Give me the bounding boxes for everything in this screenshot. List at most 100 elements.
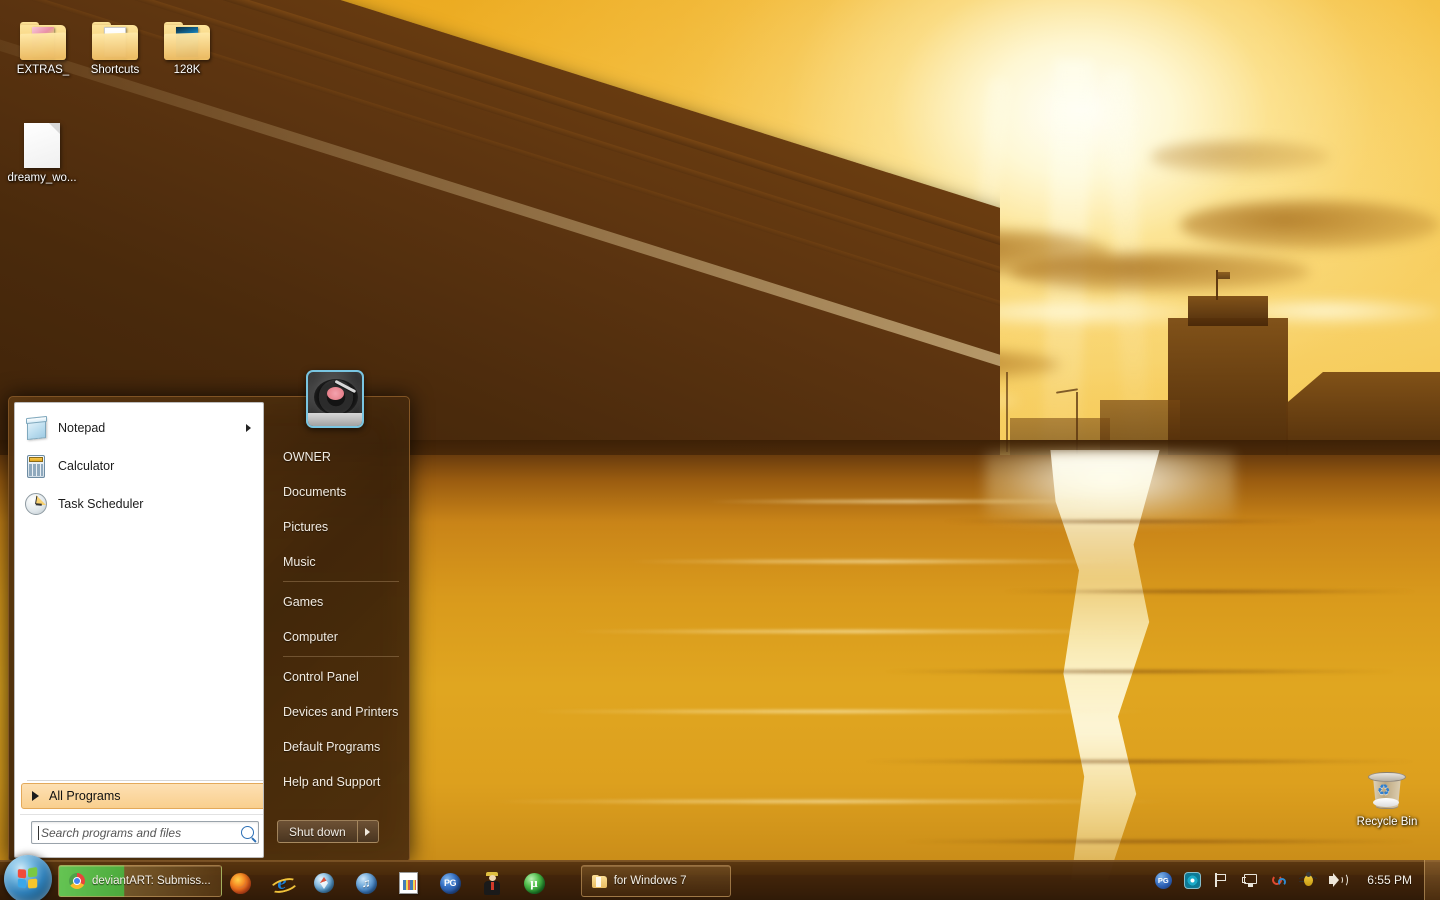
all-programs-button[interactable]: All Programs [21,783,263,809]
start-button[interactable] [4,855,52,900]
quicklaunch-document[interactable] [396,870,420,896]
wallpaper-ripple [700,500,1120,503]
wallpaper-ripple [480,800,1180,803]
start-menu-place-owner[interactable]: OWNER [271,439,407,474]
start-menu-places-panel: OWNER Documents Pictures Music Games Com… [271,439,407,799]
tray-pg[interactable]: PG [1154,871,1172,889]
quicklaunch-utorrent[interactable]: µ [522,870,546,896]
place-label: Devices and Printers [283,704,399,719]
chevron-right-icon [32,791,39,801]
shutdown-area: Shut down [277,820,379,843]
quicklaunch-globe[interactable] [312,870,336,896]
place-label: OWNER [283,449,331,464]
start-menu-place-computer[interactable]: Computer [271,619,407,654]
clock-icon [23,491,49,517]
system-tray: PG 6:55 PM [1154,863,1418,897]
desktop-icon-dreamy-wo[interactable]: dreamy_wo... [0,116,90,185]
turntable-base-icon [308,413,362,426]
place-label: Games [283,594,324,609]
tray-eye[interactable] [1183,871,1201,889]
folder-icon [591,874,607,888]
desktop-icon-label: dreamy_wo... [7,172,77,184]
windows-logo-icon [17,866,40,889]
flag-action-center-icon [1213,872,1229,888]
start-menu-item-task-scheduler[interactable]: Task Scheduler [15,485,263,523]
start-menu-item-notepad[interactable]: Notepad [15,409,263,447]
internet-explorer-icon: e [271,872,293,894]
show-desktop-button[interactable] [1424,860,1440,900]
start-menu-divider [283,656,399,657]
start-menu-place-help-and-support[interactable]: Help and Support [271,764,407,799]
place-label: Music [283,554,316,569]
folder-icon [144,8,230,60]
start-menu-place-control-panel[interactable]: Control Panel [271,659,407,694]
document-viewer-icon [398,872,418,894]
place-label: Help and Support [283,774,381,789]
wallpaper-ripple [520,710,1160,713]
wallpaper-building [1188,296,1268,326]
shutdown-button[interactable]: Shut down [277,820,358,843]
start-menu-place-default-programs[interactable]: Default Programs [271,729,407,764]
wallpaper-ripple [900,840,1420,843]
start-menu-item-label: Notepad [58,421,106,435]
text-caret [38,825,39,840]
start-menu-place-pictures[interactable]: Pictures [271,509,407,544]
search-input[interactable] [41,825,241,840]
itunes-icon [355,872,377,894]
document-icon [0,116,90,168]
person-icon [483,871,501,895]
start-menu: Notepad Calculator Task Scheduler All Pr… [8,396,410,862]
user-avatar[interactable] [306,370,364,428]
start-menu-programs-panel: Notepad Calculator Task Scheduler All Pr… [14,402,264,858]
wallpaper-cloud [1150,140,1330,174]
place-label: Control Panel [283,669,359,684]
tray-action-center[interactable] [1212,871,1230,889]
tray-sync[interactable] [1270,871,1288,889]
start-menu-place-music[interactable]: Music [271,544,407,579]
shutdown-options-button[interactable] [357,820,379,843]
quicklaunch-person[interactable] [480,870,504,896]
start-menu-item-label: Task Scheduler [58,497,144,511]
utorrent-icon: µ [523,872,545,894]
desktop-icon-label: 128K [173,64,201,76]
desktop-icon-recycle-bin[interactable]: ♻ Recycle Bin [1344,760,1430,829]
wallpaper-ripple [560,630,1160,633]
recycle-bin-icon: ♻ [1344,760,1430,812]
desktop: EXTRAS_ Shortcuts 128K dreamy_wo... ♻ Re… [0,0,1440,900]
taskbar: deviantART: Submiss... for Windows 7 e P… [0,855,1440,900]
start-menu-place-devices-and-printers[interactable]: Devices and Printers [271,694,407,729]
pg-circle-icon: PG [439,872,461,894]
record-label-icon [327,387,344,400]
quicklaunch-internet-explorer[interactable]: e [270,870,294,896]
network-icon [1241,873,1259,888]
wallpaper-ripple [1000,590,1420,593]
sync-icon [1271,872,1288,888]
taskbar-button-label: deviantART: Submiss... [92,875,211,887]
wallpaper-flag [1218,272,1230,279]
start-menu-item-calculator[interactable]: Calculator [15,447,263,485]
taskbar-button-for-windows-7[interactable]: for Windows 7 [580,865,731,897]
quick-launch-bar: e PG µ [228,870,546,896]
submenu-arrow-icon [246,424,251,432]
taskbar-button-label: for Windows 7 [613,875,687,887]
taskbar-clock[interactable]: 6:55 PM [1357,873,1418,887]
quicklaunch-pg[interactable]: PG [438,870,462,896]
all-programs-label: All Programs [49,789,121,803]
pg-circle-icon: PG [1154,871,1172,889]
taskbar-button-deviantart[interactable]: deviantART: Submiss... [58,865,222,897]
desktop-icon-128k[interactable]: 128K [144,8,230,77]
wallpaper-ripple [860,760,1420,763]
quicklaunch-itunes[interactable] [354,870,378,896]
tray-volume[interactable] [1328,871,1349,889]
chevron-right-icon [365,827,371,836]
tray-bug[interactable] [1298,871,1317,889]
search-box[interactable] [31,821,259,844]
start-menu-place-games[interactable]: Games [271,584,407,619]
start-menu-place-documents[interactable]: Documents [271,474,407,509]
quicklaunch-firefox[interactable] [228,870,252,896]
chrome-icon [69,873,85,889]
tray-network[interactable] [1241,871,1259,889]
volume-icon [1328,872,1349,888]
search-icon [241,826,254,839]
start-menu-item-label: Calculator [58,459,115,473]
